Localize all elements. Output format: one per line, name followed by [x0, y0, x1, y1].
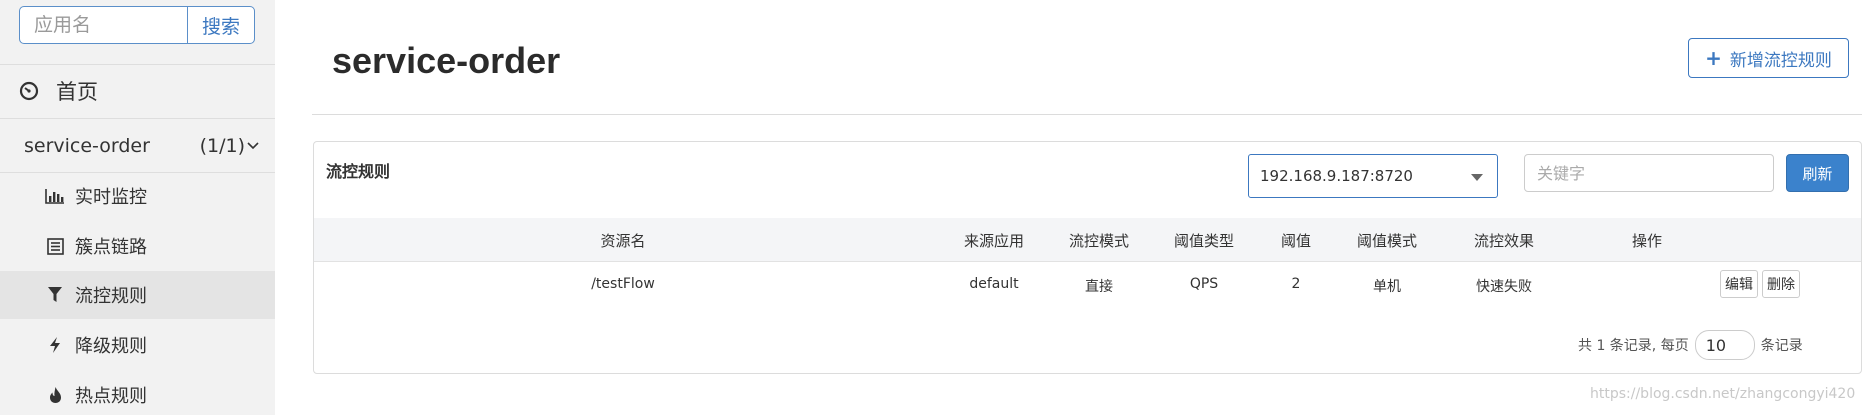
- sidebar-item-label: 热点规则: [75, 386, 147, 407]
- add-button-label: 新增流控规则: [1729, 50, 1832, 71]
- caret-down-icon: [1471, 174, 1483, 181]
- column-header-threshold-mode: 阈值模式: [1356, 232, 1418, 250]
- cell-effect: 快速失败: [1476, 279, 1532, 295]
- cell-threshold-type: QPS: [1189, 276, 1219, 292]
- column-header-effect: 流控效果: [1473, 232, 1535, 250]
- delete-button[interactable]: 删除: [1762, 270, 1800, 298]
- title-divider: [312, 114, 1862, 115]
- sidebar-item-hotspot-rules[interactable]: 热点规则: [0, 371, 275, 419]
- fire-icon: [45, 385, 65, 405]
- bar-chart-icon: [45, 186, 65, 206]
- dashboard-icon: [19, 80, 41, 102]
- machine-select-value: 192.168.9.187:8720: [1260, 167, 1413, 185]
- pagination: 共 1 条记录, 每页 条记录: [1578, 330, 1803, 360]
- edit-button[interactable]: 编辑: [1720, 270, 1758, 298]
- sidebar-item-label: 簇点链路: [75, 237, 147, 258]
- page-size-input[interactable]: [1694, 330, 1755, 360]
- flash-icon: [45, 335, 65, 355]
- list-icon: [45, 236, 65, 256]
- app-machine-count: (1/1): [199, 135, 245, 157]
- sidebar-item-label: 降级规则: [75, 336, 147, 357]
- app-search: 搜索: [19, 6, 255, 44]
- chevron-down-icon: [247, 141, 259, 151]
- panel-title: 流控规则: [326, 162, 391, 181]
- watermark: https://blog.csdn.net/zhangcongyi420: [1590, 386, 1856, 402]
- app-search-input[interactable]: [20, 7, 187, 43]
- column-header-mode: 流控模式: [1068, 232, 1130, 250]
- cell-threshold-mode: 单机: [1373, 279, 1401, 295]
- flow-rules-panel: 流控规则 192.168.9.187:8720 刷新 资源名 来源应用 流控模式…: [313, 141, 1862, 374]
- table-header: 资源名 来源应用 流控模式 阈值类型 阈值 阈值模式 流控效果 操作: [314, 218, 1861, 262]
- cell-origin: default: [969, 276, 1019, 292]
- plus-icon: +: [1705, 46, 1722, 70]
- column-header-actions: 操作: [1631, 232, 1663, 250]
- sidebar-item-degrade-rules[interactable]: 降级规则: [0, 321, 275, 369]
- column-header-threshold-type: 阈值类型: [1173, 232, 1235, 250]
- sidebar: 搜索 首页 service-order (1/1) 实时监控 簇点链路: [0, 0, 275, 415]
- machine-select[interactable]: 192.168.9.187:8720: [1248, 154, 1498, 198]
- refresh-button[interactable]: 刷新: [1786, 154, 1849, 192]
- app-name: service-order: [24, 135, 150, 157]
- sidebar-divider: [0, 118, 275, 119]
- column-header-resource: 资源名: [600, 232, 646, 250]
- sidebar-app-service-order[interactable]: service-order (1/1): [24, 131, 259, 161]
- add-flow-rule-button[interactable]: + 新增流控规则: [1688, 38, 1849, 78]
- cell-resource: /testFlow: [591, 276, 655, 292]
- sidebar-item-label: 实时监控: [75, 187, 147, 208]
- keyword-search-input[interactable]: [1524, 154, 1774, 192]
- column-header-origin: 来源应用: [963, 232, 1025, 250]
- search-button[interactable]: 搜索: [187, 7, 254, 43]
- table-row: /testFlow default 直接 QPS 2 单机 快速失败: [314, 262, 1861, 316]
- page-title: service-order: [332, 40, 561, 81]
- sidebar-item-realtime-monitor[interactable]: 实时监控: [0, 172, 275, 220]
- filter-icon: [45, 285, 65, 305]
- pagination-prefix: 共 1 条记录, 每页: [1578, 338, 1689, 354]
- cell-threshold: 2: [1291, 276, 1301, 292]
- sidebar-item-label: 首页: [56, 80, 98, 104]
- sidebar-divider: [0, 64, 275, 65]
- sidebar-item-label: 流控规则: [75, 286, 147, 307]
- sidebar-item-home[interactable]: 首页: [19, 74, 98, 108]
- sidebar-item-flow-rules[interactable]: 流控规则: [0, 271, 275, 319]
- pagination-suffix: 条记录: [1760, 338, 1803, 354]
- cell-mode: 直接: [1085, 279, 1113, 295]
- column-header-threshold: 阈值: [1280, 232, 1312, 250]
- sidebar-item-cluster-link[interactable]: 簇点链路: [0, 222, 275, 270]
